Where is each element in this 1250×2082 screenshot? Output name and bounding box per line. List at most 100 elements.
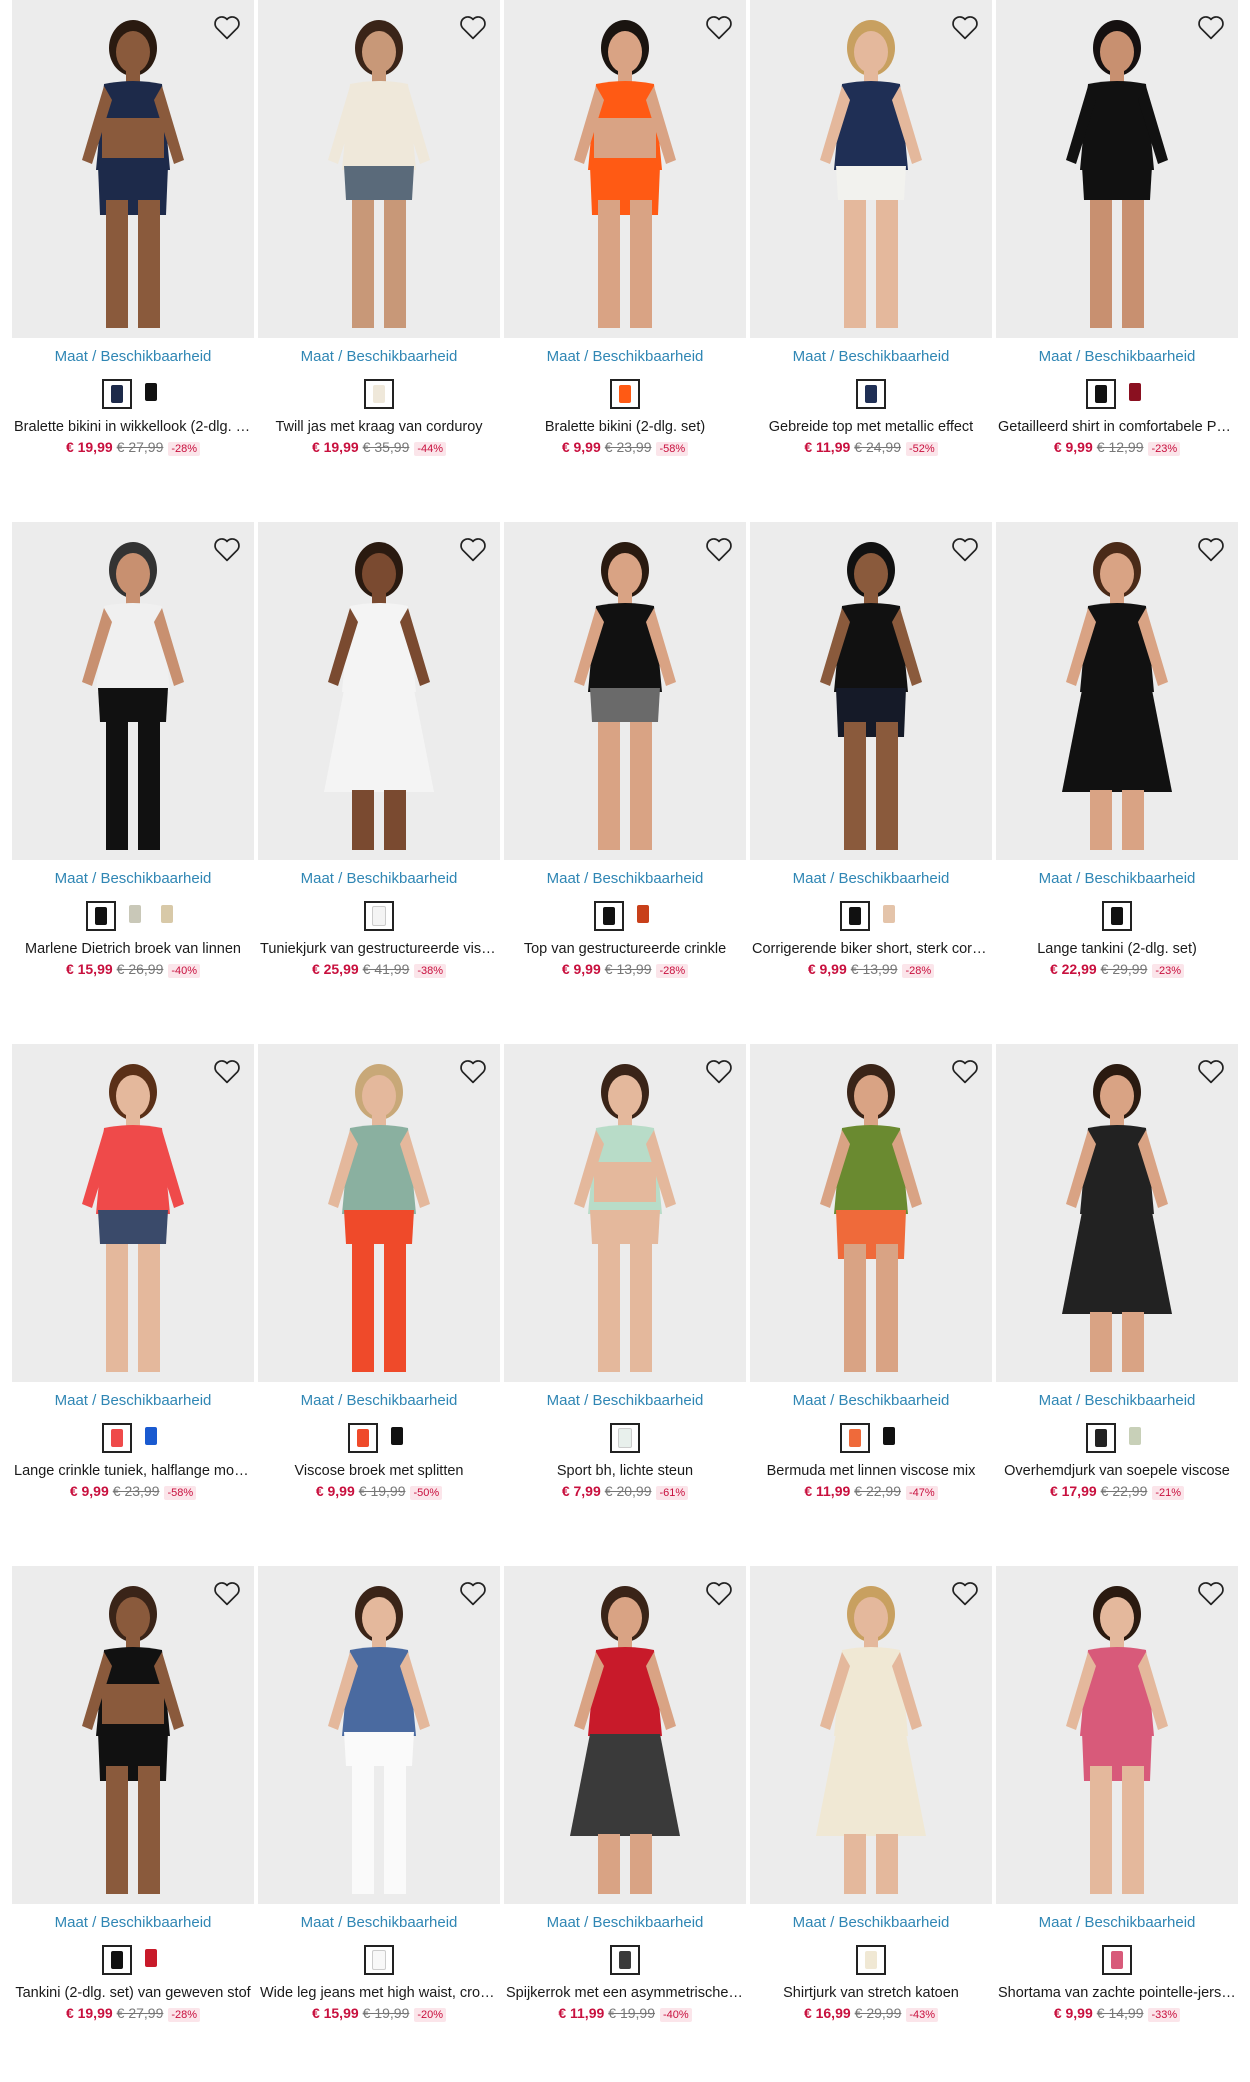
size-availability-link[interactable]: Maat / Beschikbaarheid bbox=[504, 870, 746, 887]
product-image[interactable] bbox=[12, 1566, 254, 1904]
product-image[interactable] bbox=[258, 0, 500, 338]
product-name[interactable]: Shirtjurk van stretch katoen bbox=[750, 1985, 992, 2001]
product-image[interactable] bbox=[12, 0, 254, 338]
wishlist-heart-icon[interactable] bbox=[454, 1574, 492, 1612]
wishlist-heart-icon[interactable] bbox=[946, 1052, 984, 1090]
color-swatch[interactable] bbox=[1086, 1423, 1116, 1453]
color-swatch[interactable] bbox=[610, 1423, 640, 1453]
size-availability-link[interactable]: Maat / Beschikbaarheid bbox=[258, 1914, 500, 1931]
size-availability-link[interactable]: Maat / Beschikbaarheid bbox=[750, 348, 992, 365]
product-name[interactable]: Lange tankini (2-dlg. set) bbox=[996, 941, 1238, 957]
size-availability-link[interactable]: Maat / Beschikbaarheid bbox=[12, 1392, 254, 1409]
color-swatch[interactable] bbox=[856, 379, 886, 409]
product-name[interactable]: Getailleerd shirt in comfortabele Punto … bbox=[996, 419, 1238, 435]
product-card[interactable]: Maat / Beschikbaarheid Bralette bikini in… bbox=[12, 0, 254, 456]
size-availability-link[interactable]: Maat / Beschikbaarheid bbox=[258, 348, 500, 365]
wishlist-heart-icon[interactable] bbox=[946, 8, 984, 46]
color-swatch[interactable] bbox=[364, 1945, 394, 1975]
product-card[interactable]: Maat / Beschikbaarheid Bralette bikini (2… bbox=[504, 0, 746, 456]
color-swatch[interactable] bbox=[1122, 1423, 1148, 1449]
wishlist-heart-icon[interactable] bbox=[700, 530, 738, 568]
size-availability-link[interactable]: Maat / Beschikbaarheid bbox=[504, 1914, 746, 1931]
size-availability-link[interactable]: Maat / Beschikbaarheid bbox=[12, 1914, 254, 1931]
size-availability-link[interactable]: Maat / Beschikbaarheid bbox=[504, 1392, 746, 1409]
color-swatch[interactable] bbox=[138, 1423, 164, 1449]
product-image[interactable] bbox=[258, 522, 500, 860]
color-swatch[interactable] bbox=[856, 1945, 886, 1975]
product-card[interactable]: Maat / Beschikbaarheid Wide leg jeans met… bbox=[258, 1566, 500, 2022]
product-name[interactable]: Spijkerrok met een asymmetrische zoom bbox=[504, 1985, 746, 2001]
product-card[interactable]: Maat / Beschikbaarheid Tuniekjurk van ges… bbox=[258, 522, 500, 978]
wishlist-heart-icon[interactable] bbox=[454, 530, 492, 568]
product-card[interactable]: Maat / Beschikbaarheid Spijkerrok met een… bbox=[504, 1566, 746, 2022]
wishlist-heart-icon[interactable] bbox=[1192, 1052, 1230, 1090]
product-name[interactable]: Wide leg jeans met high waist, cropped bbox=[258, 1985, 500, 2001]
product-image[interactable] bbox=[12, 1044, 254, 1382]
product-name[interactable]: Tankini (2-dlg. set) van geweven stof bbox=[12, 1985, 254, 2001]
color-swatch[interactable] bbox=[122, 901, 148, 927]
color-swatch[interactable] bbox=[138, 379, 164, 405]
product-name[interactable]: Overhemdjurk van soepele viscose bbox=[996, 1463, 1238, 1479]
product-image[interactable] bbox=[12, 522, 254, 860]
color-swatch[interactable] bbox=[610, 379, 640, 409]
product-image[interactable] bbox=[750, 0, 992, 338]
wishlist-heart-icon[interactable] bbox=[208, 1052, 246, 1090]
size-availability-link[interactable]: Maat / Beschikbaarheid bbox=[504, 348, 746, 365]
product-image[interactable] bbox=[750, 1566, 992, 1904]
color-swatch[interactable] bbox=[1102, 901, 1132, 931]
product-card[interactable]: Maat / Beschikbaarheid Marlene Dietrich b… bbox=[12, 522, 254, 978]
wishlist-heart-icon[interactable] bbox=[946, 1574, 984, 1612]
color-swatch[interactable] bbox=[348, 1423, 378, 1453]
wishlist-heart-icon[interactable] bbox=[700, 1052, 738, 1090]
color-swatch[interactable] bbox=[876, 901, 902, 927]
color-swatch[interactable] bbox=[154, 901, 180, 927]
size-availability-link[interactable]: Maat / Beschikbaarheid bbox=[996, 870, 1238, 887]
product-image[interactable] bbox=[750, 1044, 992, 1382]
color-swatch[interactable] bbox=[876, 1423, 902, 1449]
product-name[interactable]: Lange crinkle tuniek, halflange mouw bbox=[12, 1463, 254, 1479]
product-name[interactable]: Bermuda met linnen viscose mix bbox=[750, 1463, 992, 1479]
wishlist-heart-icon[interactable] bbox=[1192, 8, 1230, 46]
product-card[interactable]: Maat / Beschikbaarheid Tankini (2-dlg. se… bbox=[12, 1566, 254, 2022]
color-swatch[interactable] bbox=[102, 1945, 132, 1975]
product-card[interactable]: Maat / Beschikbaarheid Gebreide top met m… bbox=[750, 0, 992, 456]
product-image[interactable] bbox=[996, 1566, 1238, 1904]
wishlist-heart-icon[interactable] bbox=[946, 530, 984, 568]
product-card[interactable]: Maat / Beschikbaarheid Shortama van zacht… bbox=[996, 1566, 1238, 2022]
size-availability-link[interactable]: Maat / Beschikbaarheid bbox=[750, 1914, 992, 1931]
product-image[interactable] bbox=[996, 1044, 1238, 1382]
product-image[interactable] bbox=[504, 1566, 746, 1904]
color-swatch[interactable] bbox=[102, 1423, 132, 1453]
color-swatch[interactable] bbox=[364, 379, 394, 409]
product-name[interactable]: Bralette bikini (2-dlg. set) bbox=[504, 419, 746, 435]
color-swatch[interactable] bbox=[364, 901, 394, 931]
color-swatch[interactable] bbox=[86, 901, 116, 931]
product-card[interactable]: Maat / Beschikbaarheid Overhemdjurk van s… bbox=[996, 1044, 1238, 1500]
color-swatch[interactable] bbox=[1086, 379, 1116, 409]
wishlist-heart-icon[interactable] bbox=[1192, 1574, 1230, 1612]
wishlist-heart-icon[interactable] bbox=[208, 1574, 246, 1612]
product-image[interactable] bbox=[504, 1044, 746, 1382]
size-availability-link[interactable]: Maat / Beschikbaarheid bbox=[12, 348, 254, 365]
size-availability-link[interactable]: Maat / Beschikbaarheid bbox=[996, 1914, 1238, 1931]
wishlist-heart-icon[interactable] bbox=[208, 530, 246, 568]
product-name[interactable]: Marlene Dietrich broek van linnen bbox=[12, 941, 254, 957]
product-name[interactable]: Top van gestructureerde crinkle bbox=[504, 941, 746, 957]
color-swatch[interactable] bbox=[840, 1423, 870, 1453]
product-card[interactable]: Maat / Beschikbaarheid Viscose broek met … bbox=[258, 1044, 500, 1500]
color-swatch[interactable] bbox=[594, 901, 624, 931]
product-name[interactable]: Corrigerende biker short, sterk corriger… bbox=[750, 941, 992, 957]
size-availability-link[interactable]: Maat / Beschikbaarheid bbox=[996, 348, 1238, 365]
product-image[interactable] bbox=[258, 1566, 500, 1904]
product-image[interactable] bbox=[996, 0, 1238, 338]
size-availability-link[interactable]: Maat / Beschikbaarheid bbox=[750, 1392, 992, 1409]
product-card[interactable]: Maat / Beschikbaarheid Top van gestructur… bbox=[504, 522, 746, 978]
product-card[interactable]: Maat / Beschikbaarheid Lange tankini (2-d… bbox=[996, 522, 1238, 978]
color-swatch[interactable] bbox=[1122, 379, 1148, 405]
color-swatch[interactable] bbox=[138, 1945, 164, 1971]
color-swatch[interactable] bbox=[384, 1423, 410, 1449]
size-availability-link[interactable]: Maat / Beschikbaarheid bbox=[750, 870, 992, 887]
wishlist-heart-icon[interactable] bbox=[700, 8, 738, 46]
product-card[interactable]: Maat / Beschikbaarheid Shirtjurk van stre… bbox=[750, 1566, 992, 2022]
product-card[interactable]: Maat / Beschikbaarheid Twill jas met kraa… bbox=[258, 0, 500, 456]
